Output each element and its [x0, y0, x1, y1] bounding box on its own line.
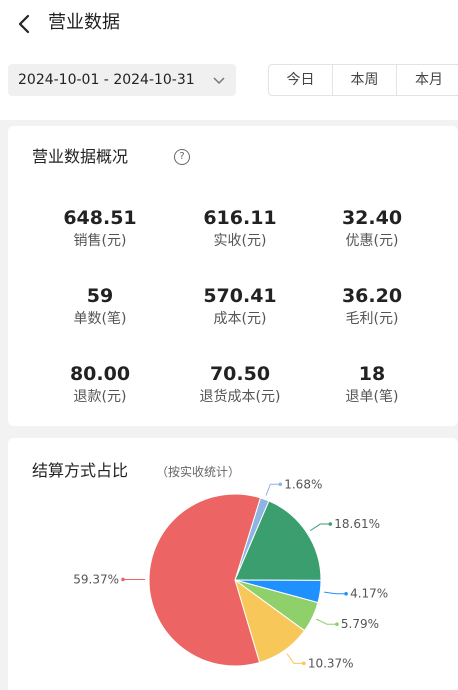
metric-received: 616.11 实收(元) [165, 206, 315, 251]
pie-label-5: 59.37% [73, 572, 119, 586]
date-range-picker[interactable]: 2024-10-01 - 2024-10-31 [8, 64, 236, 96]
metric-label: 退单(笔) [345, 389, 399, 405]
metric-value: 59 [86, 285, 114, 307]
chevron-left-icon [18, 14, 30, 34]
metric-value: 570.41 [203, 285, 277, 307]
metric-value: 32.40 [341, 207, 403, 229]
overview-title: 营业数据概况 [32, 147, 129, 166]
back-button[interactable] [14, 12, 36, 36]
pie-leader-line-3 [315, 618, 337, 625]
payment-pie-chart: 1.68% 18.61% 4.17% 5.79% 10.37% 59.37% [8, 438, 458, 690]
pie-leader-line-1 [309, 523, 331, 532]
pie-label-1: 18.61% [334, 517, 380, 531]
metric-label: 毛利(元) [345, 311, 399, 327]
page-title: 营业数据 [48, 12, 120, 33]
metric-value: 70.50 [209, 363, 271, 385]
metric-value: 18 [358, 363, 386, 385]
question-circle-icon[interactable]: ? [174, 149, 190, 165]
metric-label: 实收(元) [213, 233, 267, 249]
pie-label-4: 10.37% [308, 656, 354, 670]
metric-label: 退货成本(元) [199, 389, 281, 405]
chevron-down-icon [213, 77, 225, 85]
metric-discount: 32.40 优惠(元) [297, 206, 447, 251]
metric-cost: 570.41 成本(元) [165, 284, 315, 329]
pie-leader-dot-2 [344, 591, 348, 596]
metric-label: 单数(笔) [73, 311, 127, 327]
period-selector: 今日 本周 本月 [268, 64, 458, 96]
pie-label-2: 4.17% [350, 587, 388, 601]
period-this-week[interactable]: 本周 [333, 65, 397, 95]
payment-method-card: 结算方式占比 （按实收统计） 1.68% 18.61% 4.17% 5.79% 10.3… [8, 438, 458, 690]
period-this-month[interactable]: 本月 [397, 65, 458, 95]
metric-label: 退款(元) [73, 389, 127, 405]
metric-value: 616.11 [203, 207, 277, 229]
pie-label-3: 5.79% [341, 617, 379, 631]
date-range-text: 2024-10-01 - 2024-10-31 [18, 72, 195, 88]
pie-leader-dot-5 [121, 577, 125, 582]
metric-value: 80.00 [69, 363, 131, 385]
pie-leader-line-0 [265, 483, 281, 496]
pie-leader-dot-4 [302, 661, 306, 666]
pie-leader-line-4 [286, 653, 304, 664]
metric-sales: 648.51 销售(元) [25, 206, 175, 251]
pie-leader-dot-1 [328, 522, 333, 526]
metric-orders: 59 单数(笔) [25, 284, 175, 329]
filter-bar: 2024-10-01 - 2024-10-31 今日 本周 本月 [0, 48, 458, 120]
metric-refund-orders: 18 退单(笔) [297, 362, 447, 407]
metric-label: 销售(元) [73, 233, 127, 249]
metric-label: 成本(元) [213, 311, 267, 327]
metric-label: 优惠(元) [345, 233, 399, 249]
pie-leader-line-2 [324, 591, 347, 595]
overview-card: 营业数据概况 ? 648.51 销售(元) 616.11 实收(元) 32.40… [8, 126, 458, 426]
pie-label-0: 1.68% [284, 477, 322, 491]
metric-return-cost: 70.50 退货成本(元) [165, 362, 315, 407]
header-bar: 营业数据 [0, 0, 458, 48]
metric-value: 648.51 [63, 207, 137, 229]
pie-leader-dot-0 [278, 482, 283, 487]
metric-gross-profit: 36.20 毛利(元) [297, 284, 447, 329]
metric-refund: 80.00 退款(元) [25, 362, 175, 407]
pie-chart-svg: 1.68% 18.61% 4.17% 5.79% 10.37% 59.37% [73, 477, 388, 670]
metric-value: 36.20 [341, 285, 403, 307]
pie-leader-dot-3 [335, 622, 339, 626]
period-today[interactable]: 今日 [269, 65, 333, 95]
